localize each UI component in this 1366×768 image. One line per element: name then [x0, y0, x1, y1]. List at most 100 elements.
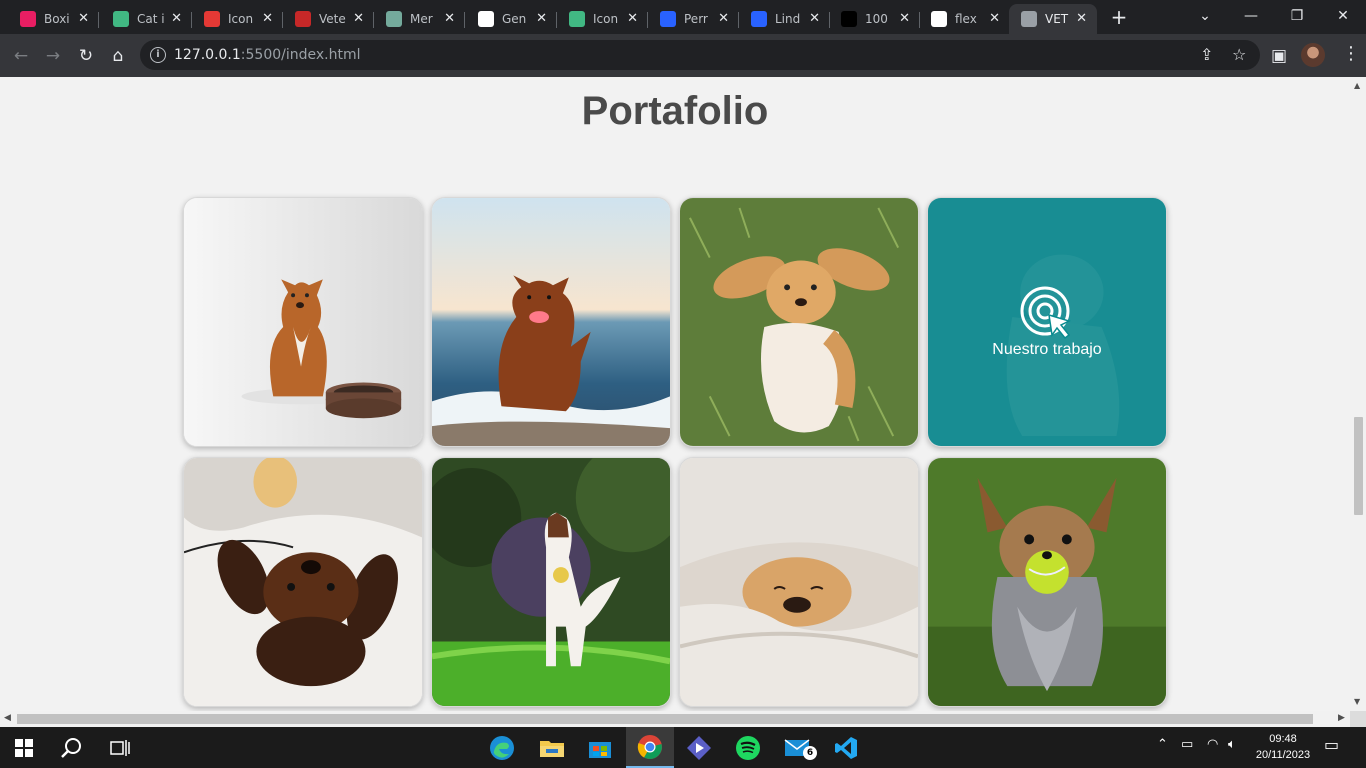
menu-kebab-icon[interactable]: ⋮: [1342, 44, 1360, 64]
address-bar[interactable]: i 127.0.0.1:5500/index.html ⇪ ☆: [140, 40, 1260, 70]
close-tab-icon[interactable]: ✕: [171, 11, 182, 27]
gallery-card[interactable]: [431, 457, 671, 707]
flaticon-icon: [751, 11, 767, 27]
overlay-label: Nuestro trabajo: [992, 341, 1102, 358]
tab-title: VET: [1045, 12, 1069, 26]
profile-avatar[interactable]: [1301, 43, 1325, 67]
dog-photo: [680, 458, 918, 706]
spotify-icon[interactable]: [734, 734, 762, 762]
close-tab-icon[interactable]: ✕: [78, 11, 89, 27]
battery-icon[interactable]: ▭: [1181, 737, 1193, 752]
gallery-card[interactable]: Nuestro trabajo: [927, 197, 1167, 447]
close-tab-icon[interactable]: ✕: [262, 11, 273, 27]
file-explorer-icon[interactable]: [538, 734, 566, 762]
target-click-icon: [1020, 286, 1072, 340]
browser-tab[interactable]: Cat i ✕: [101, 4, 192, 34]
vertical-scrollbar[interactable]: ▲ ▼: [1350, 77, 1366, 711]
browser-tab[interactable]: 100 ✕: [829, 4, 920, 34]
dog-photo: [432, 198, 670, 446]
gallery-card[interactable]: [679, 197, 919, 447]
scroll-left-arrow-icon[interactable]: ◀: [4, 713, 11, 723]
close-tab-icon[interactable]: ✕: [536, 11, 547, 27]
gallery-card[interactable]: [679, 457, 919, 707]
search-icon[interactable]: [58, 734, 86, 762]
browser-tab[interactable]: Icon ✕: [557, 4, 648, 34]
system-clock[interactable]: 09:48 20/11/2023: [1252, 731, 1314, 763]
gallery-card[interactable]: [431, 197, 671, 447]
scroll-right-arrow-icon[interactable]: ▶: [1338, 713, 1345, 723]
tab-separator: [98, 12, 99, 28]
task-view-icon[interactable]: [106, 734, 134, 762]
microsoft-store-icon[interactable]: [586, 734, 614, 762]
horizontal-scrollbar[interactable]: ◀ ▶: [0, 711, 1350, 727]
tray-chevron-icon[interactable]: ⌃: [1157, 737, 1168, 752]
close-tab-icon[interactable]: ✕: [353, 11, 364, 27]
reload-button[interactable]: ↻: [73, 43, 99, 69]
scrollbar-corner: [1350, 711, 1366, 727]
browser-tab[interactable]: VET ✕: [1009, 4, 1097, 34]
vue-icon: [569, 11, 585, 27]
url-text: 127.0.0.1:5500/index.html: [174, 47, 361, 63]
home-button[interactable]: ⌂: [105, 43, 131, 69]
scroll-down-arrow-icon[interactable]: ▼: [1354, 697, 1360, 706]
tab-title: Cat i: [137, 12, 165, 26]
vscode-icon[interactable]: [832, 734, 860, 762]
close-tab-icon[interactable]: ✕: [899, 11, 910, 27]
wifi-icon[interactable]: ◠: [1207, 737, 1218, 752]
close-tab-icon[interactable]: ✕: [989, 11, 1000, 27]
browser-tab[interactable]: Mer ✕: [374, 4, 465, 34]
browser-toolbar: ← → ↻ ⌂ i 127.0.0.1:5500/index.html ⇪ ☆ …: [0, 34, 1366, 77]
dog-photo: [184, 198, 422, 446]
forward-button[interactable]: →: [40, 43, 66, 69]
close-tab-icon[interactable]: ✕: [809, 11, 820, 27]
media-player-icon[interactable]: [685, 734, 713, 762]
browser-tab[interactable]: Vete ✕: [283, 4, 374, 34]
close-tab-icon[interactable]: ✕: [718, 11, 729, 27]
dog-photo: [680, 198, 918, 446]
chrome-taskbar-icon[interactable]: [626, 727, 674, 768]
side-panel-icon[interactable]: ▣: [1266, 43, 1292, 69]
browser-tab[interactable]: Icon ✕: [192, 4, 283, 34]
tab-title: Icon: [228, 12, 254, 26]
url-host: 127.0.0.1: [174, 47, 241, 63]
dog-photo: [432, 458, 670, 706]
portfolio-overlay[interactable]: Nuestro trabajo: [928, 198, 1166, 446]
icon-site-icon: [204, 11, 220, 27]
tab-search-button[interactable]: ⌄: [1182, 4, 1228, 30]
vue-icon: [113, 11, 129, 27]
dog-photo: [184, 458, 422, 706]
google-icon: [931, 11, 947, 27]
windows-start-icon[interactable]: [10, 734, 38, 762]
site-info-icon[interactable]: i: [150, 47, 166, 63]
restore-button[interactable]: ❐: [1274, 4, 1320, 30]
browser-tab[interactable]: Lind ✕: [739, 4, 830, 34]
back-button[interactable]: ←: [8, 43, 34, 69]
bookmark-star-icon[interactable]: ☆: [1232, 45, 1246, 64]
scroll-up-arrow-icon[interactable]: ▲: [1354, 81, 1360, 90]
gallery-card[interactable]: [927, 457, 1167, 707]
browser-tab[interactable]: Boxi ✕: [8, 4, 99, 34]
tab-title: Perr: [684, 12, 708, 26]
gallery-card[interactable]: [183, 197, 423, 447]
minimize-button[interactable]: —: [1228, 4, 1274, 30]
horizontal-scroll-thumb[interactable]: [17, 714, 1313, 724]
share-icon[interactable]: ⇪: [1200, 45, 1213, 64]
close-tab-icon[interactable]: ✕: [444, 11, 455, 27]
volume-icon[interactable]: 🔈︎: [1228, 737, 1236, 752]
vertical-scroll-thumb[interactable]: [1354, 417, 1363, 515]
tab-title: Mer: [410, 12, 433, 26]
close-tab-icon[interactable]: ✕: [1076, 11, 1087, 27]
portfolio-gallery: Nuestro trabajo: [183, 197, 1167, 707]
close-tab-icon[interactable]: ✕: [627, 11, 638, 27]
tab-title: Icon: [593, 12, 619, 26]
browser-tab[interactable]: Perr ✕: [648, 4, 739, 34]
notifications-icon[interactable]: ▭: [1324, 735, 1339, 754]
url-path: :5500/index.html: [240, 47, 361, 63]
browser-tab[interactable]: flex ✕: [919, 4, 1010, 34]
gallery-card[interactable]: [183, 457, 423, 707]
new-tab-button[interactable]: +: [1106, 6, 1132, 30]
close-window-button[interactable]: ✕: [1320, 4, 1366, 30]
browser-tab[interactable]: Gen ✕: [466, 4, 557, 34]
clock-date: 20/11/2023: [1255, 749, 1311, 761]
edge-icon[interactable]: [488, 734, 516, 762]
